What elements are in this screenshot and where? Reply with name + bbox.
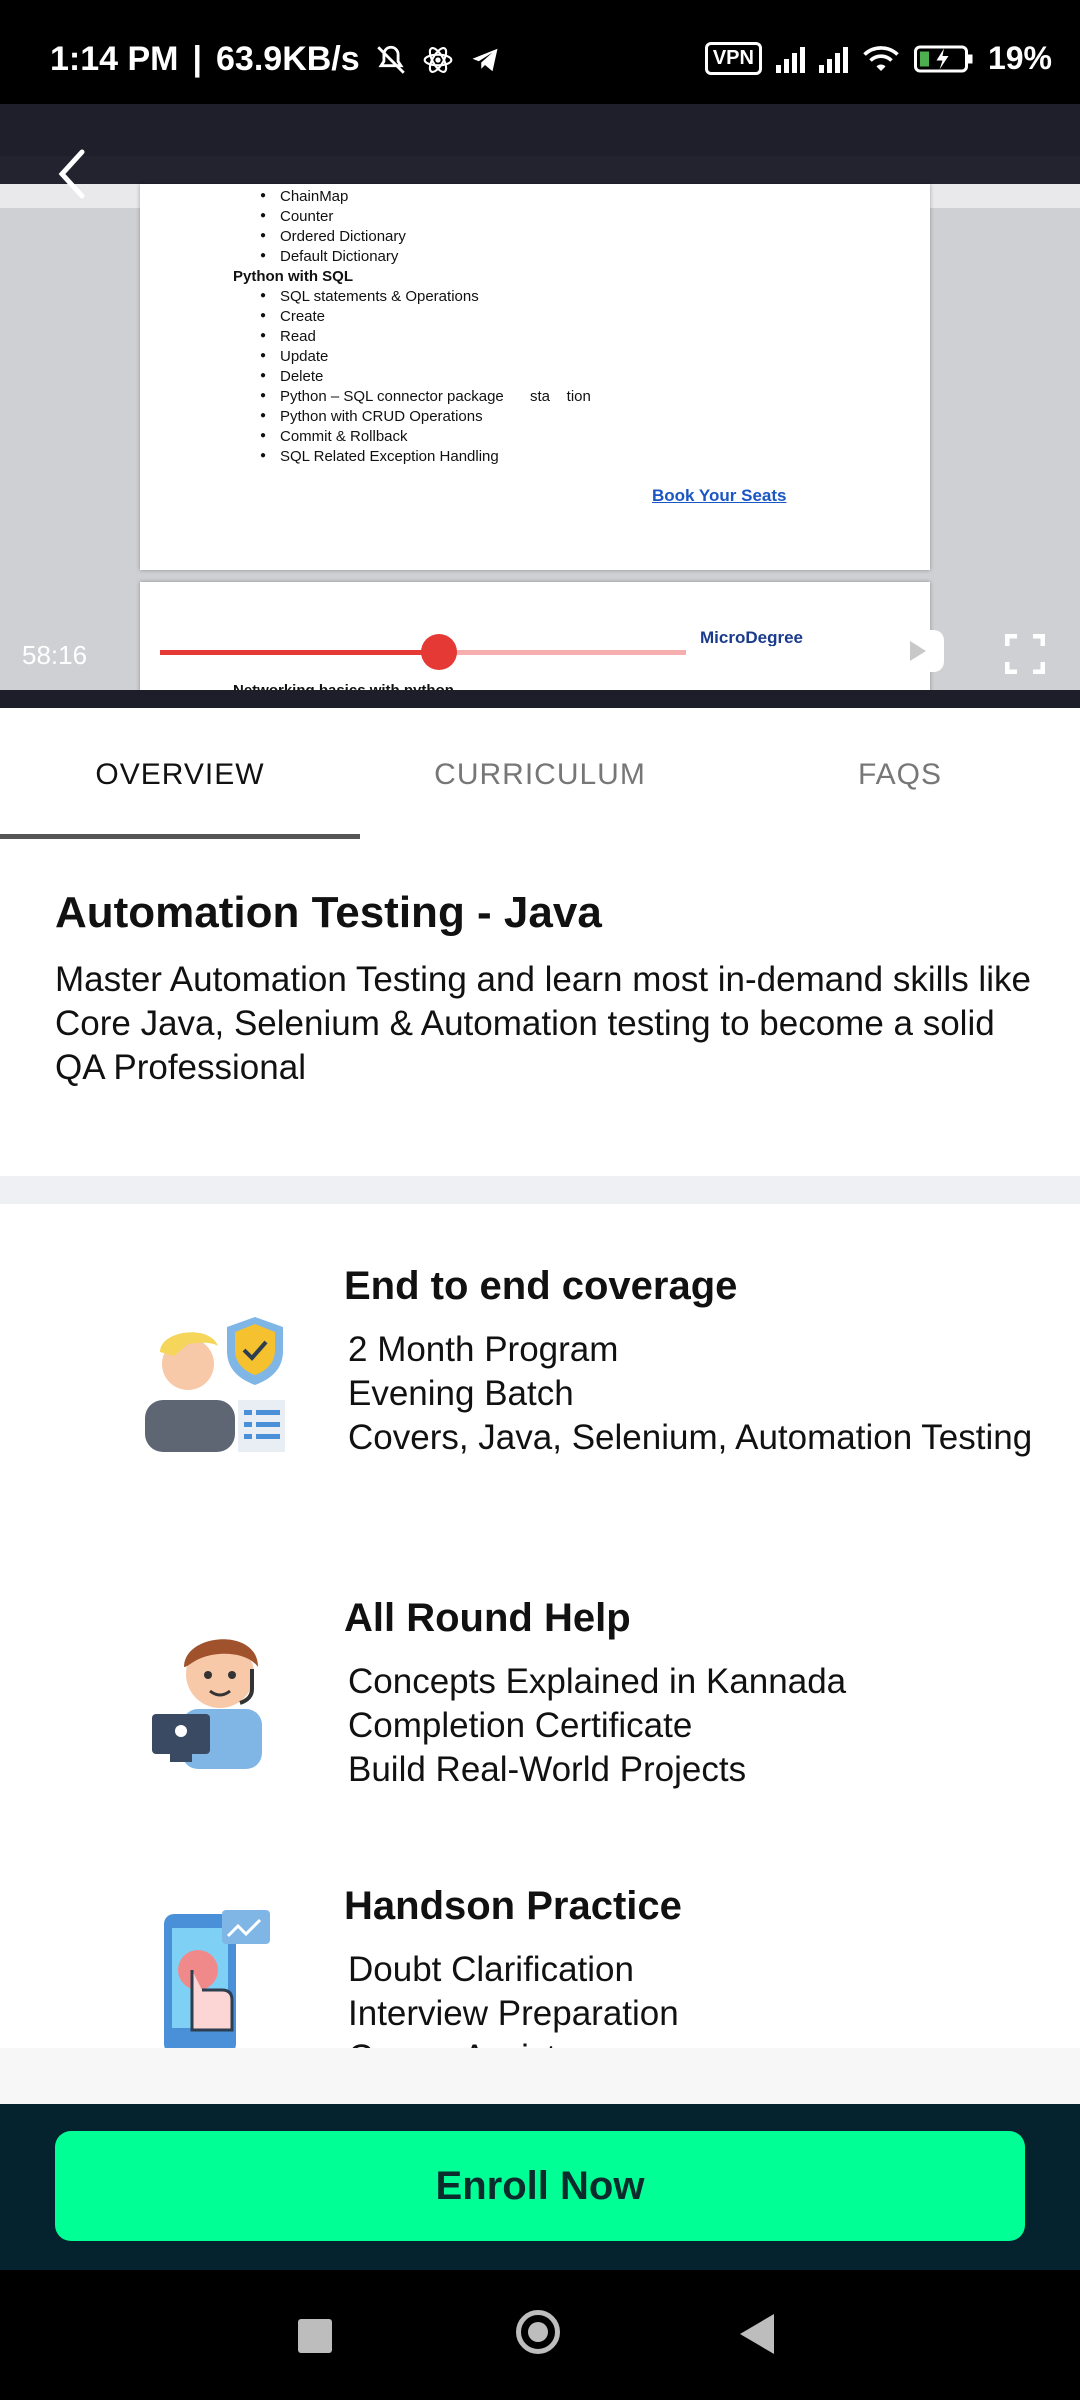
- windows-taskbar: [0, 690, 1080, 708]
- feature-line: Doubt Clarification: [348, 1950, 634, 1989]
- vpn-badge: VPN: [704, 42, 762, 75]
- react-atom-icon: [423, 46, 453, 73]
- battery-percent: 19%: [987, 40, 1052, 76]
- signal-icon-2: [818, 45, 848, 73]
- status-bar: 1:14 PM | 63.9KB/s VPN 19%: [0, 0, 1080, 104]
- feature-line: Covers, Java, Selenium, Automation Testi…: [348, 1418, 1033, 1457]
- pdf-item: SQL statements & Operations: [260, 288, 479, 305]
- seek-progress: [160, 650, 439, 655]
- status-left: 1:14 PM | 63.9KB/s: [50, 40, 502, 79]
- content-fade: [0, 2048, 1080, 2104]
- enroll-now-button[interactable]: Enroll Now: [55, 2131, 1025, 2241]
- pdf-item: Update: [260, 348, 329, 365]
- clock: 1:14 PM: [50, 40, 179, 78]
- pdf-item: Read: [260, 328, 316, 345]
- battery-charging-icon: [913, 45, 973, 72]
- feature-line: Evening Batch: [348, 1374, 574, 1413]
- pdf-item: ChainMap: [260, 188, 348, 205]
- video-player[interactable]: ChainMap Counter Ordered Dictionary Defa…: [0, 104, 1080, 708]
- pdf-item: Python with CRUD Operations: [260, 408, 483, 425]
- tab-overview[interactable]: OVERVIEW: [0, 758, 360, 792]
- feature-title: Handson Practice: [344, 1884, 682, 1928]
- feature-title: End to end coverage: [344, 1264, 738, 1308]
- pdf-item: Commit & Rollback: [260, 428, 407, 445]
- current-time: 58:16: [22, 640, 88, 670]
- pdf-item: SQL Related Exception Handling: [260, 448, 499, 465]
- feature-line: Concepts Explained in Kannada: [348, 1662, 847, 1701]
- status-right: VPN 19%: [704, 40, 1052, 77]
- feature-line: Completion Certificate: [348, 1706, 693, 1745]
- course-title: Automation Testing - Java: [55, 888, 602, 937]
- tab-curriculum[interactable]: CURRICULUM: [360, 758, 720, 792]
- pdf-item: Create: [260, 308, 325, 325]
- telegram-icon: [472, 48, 498, 71]
- section-divider: [0, 1176, 1080, 1204]
- tab-faqs[interactable]: FAQS: [720, 758, 1080, 792]
- back-arrow-icon[interactable]: [52, 144, 92, 204]
- pdf-item: Default Dictionary: [260, 248, 398, 265]
- system-nav-bar: [0, 2270, 1080, 2400]
- wifi-icon: [863, 45, 899, 71]
- feature-line: Interview Preparation: [348, 1994, 679, 2033]
- feature-line: Build Real-World Projects: [348, 1750, 747, 1789]
- signal-icon: [775, 45, 805, 73]
- feature-lines: 2 Month Program Evening Batch Covers, Ja…: [348, 1328, 1048, 1460]
- pdf-item: Delete: [260, 368, 324, 385]
- book-seats-link: Book Your Seats: [652, 486, 787, 505]
- play-icon[interactable]: [888, 630, 944, 672]
- pdf-stray-text: sta tion: [530, 388, 591, 405]
- course-tabs: OVERVIEW CURRICULUM FAQS: [0, 708, 1080, 840]
- back-icon[interactable]: [740, 2314, 774, 2354]
- pdf-item: Counter: [260, 208, 334, 225]
- feature-title: All Round Help: [344, 1596, 631, 1640]
- features-list: End to end coverage 2 Month Program Even…: [0, 1204, 1080, 2050]
- feature-line: 2 Month Program: [348, 1330, 619, 1369]
- total-time: 110:35: [752, 640, 830, 670]
- screen-recording-bookmarks: [0, 156, 1080, 184]
- fullscreen-icon[interactable]: [1005, 634, 1045, 674]
- pdf-item: Ordered Dictionary: [260, 228, 406, 245]
- network-speed: 63.9KB/s: [216, 40, 360, 78]
- pdf-section-heading: Python with SQL: [233, 268, 353, 285]
- enroll-bar: Enroll Now: [0, 2104, 1080, 2270]
- course-description: Master Automation Testing and learn most…: [55, 960, 1031, 1087]
- separator: |: [192, 40, 203, 78]
- recents-icon[interactable]: [298, 2319, 332, 2353]
- pdf-item: Python – SQL connector package: [260, 388, 504, 405]
- seek-thumb[interactable]: [421, 634, 457, 670]
- support-illustration-icon: [152, 1639, 262, 1769]
- feature-lines: Concepts Explained in Kannada Completion…: [348, 1660, 1048, 1792]
- pdf-page: ChainMap Counter Ordered Dictionary Defa…: [140, 184, 930, 570]
- feature-lines: Doubt Clarification Interview Preparatio…: [348, 1948, 1048, 2050]
- home-icon[interactable]: [516, 2310, 560, 2354]
- practice-illustration-icon: [164, 1910, 270, 2050]
- active-tab-indicator: [0, 834, 360, 839]
- coverage-illustration-icon: [145, 1317, 285, 1452]
- mute-bell-icon: [376, 45, 405, 74]
